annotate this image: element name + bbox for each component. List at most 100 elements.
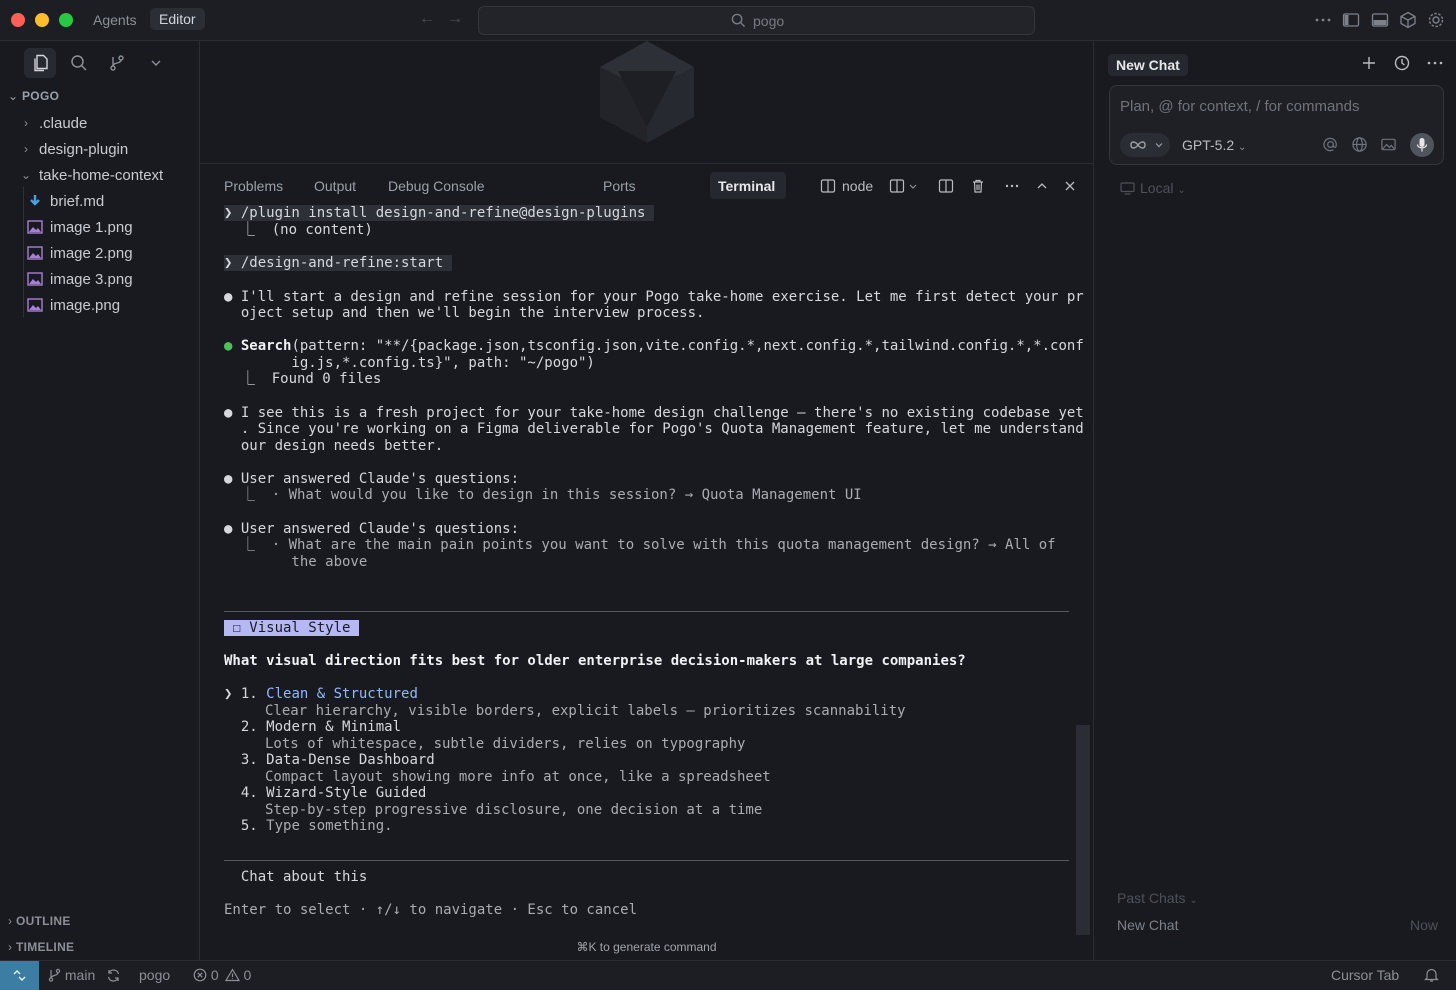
source-control-icon[interactable] [107,53,127,73]
local-environment-selector[interactable]: Local ⌄ [1120,180,1186,196]
past-chat-item[interactable]: New Chat [1117,917,1178,933]
error-count: 0 [210,967,219,983]
timeline-section[interactable]: › TIMELINE [8,940,74,954]
image-attach-icon[interactable] [1380,136,1397,153]
remote-button[interactable] [0,961,39,990]
agents-tab[interactable]: Agents [93,12,137,28]
split-terminal-icon[interactable] [889,178,905,194]
cursor-tab-indicator[interactable]: Cursor Tab [1331,967,1399,983]
option-5[interactable]: 5. Type something. [224,818,393,835]
answer-2-detail-b: the above [224,554,368,570]
tree-item-label: image 2.png [50,244,133,262]
more-icon[interactable] [1426,54,1444,72]
tree-item-take-home-context[interactable]: ⌄ take-home-context [0,162,199,188]
search-icon[interactable] [69,53,89,73]
tab-ports[interactable]: Ports [603,178,636,194]
files-icon[interactable] [31,53,51,73]
section-badge: ☐ Visual Style [224,620,359,636]
terminal-scrollbar[interactable] [1076,725,1090,935]
composer-placeholder[interactable]: Plan, @ for context, / for commands [1120,98,1360,115]
command-line-1: ❯ /plugin install design-and-refine@desi… [224,205,654,221]
editor-area [200,41,1093,163]
chevron-down-icon[interactable] [146,53,166,73]
close-window-button[interactable] [11,13,25,27]
cursor-logo-icon[interactable] [1399,11,1417,29]
maximize-panel-icon[interactable] [1034,178,1050,194]
tree-item-brief-md[interactable]: brief.md [0,188,199,214]
chat-panel: New Chat Plan, @ for context, / for comm… [1093,41,1456,960]
tree-item-image[interactable]: image.png [0,292,199,318]
toggle-sidebar-icon[interactable] [1342,11,1360,29]
more-icon[interactable] [1314,11,1332,29]
globe-icon[interactable] [1351,136,1368,153]
minimize-window-button[interactable] [35,13,49,27]
tree-item-label: brief.md [50,192,105,210]
divider [224,611,1069,612]
option-1-desc: Clear hierarchy, visible borders, explic… [265,703,906,719]
forward-arrow-icon[interactable]: → [447,10,463,28]
tab-problems[interactable]: Problems [224,178,283,194]
option-2[interactable]: 2. Modern & Minimal [224,719,401,736]
bottom-panel: Problems Output Debug Console Terminal P… [200,163,1101,960]
chevron-down-icon: ⌄ [1189,895,1198,906]
more-icon[interactable] [1004,178,1020,194]
tree-item-image-2[interactable]: image 2.png [0,240,199,266]
assistant-message-2c: our design needs better. [224,438,444,454]
agent-mode-selector[interactable] [1120,133,1170,157]
option-prefix: 2. [224,719,267,735]
search-text: pogo [753,13,785,29]
tree-item-image-3[interactable]: image 3.png [0,266,199,292]
chat-tab-title[interactable]: New Chat [1108,54,1188,76]
past-chats-label: Past Chats [1117,890,1186,906]
footer-hint: Enter to select · ↑/↓ to navigate · Esc … [224,902,638,918]
option-4[interactable]: 4. Wizard-Style Guided [224,785,426,802]
markdown-file-icon [30,195,40,206]
chevron-down-icon[interactable] [908,178,918,194]
outline-section[interactable]: › OUTLINE [8,914,71,928]
terminal-output[interactable]: ❯ /plugin install design-and-refine@desi… [224,205,1101,918]
maximize-window-button[interactable] [59,13,73,27]
tab-output[interactable]: Output [314,178,356,194]
tab-debug-console[interactable]: Debug Console [388,178,485,194]
command-line-2: ❯ /design-and-refine:start [224,255,452,271]
tab-terminal[interactable]: Terminal [718,178,775,194]
project-header[interactable]: ⌄ POGO [8,89,59,103]
tree-item-design-plugin[interactable]: › design-plugin [0,136,199,162]
editor-tab[interactable]: Editor [150,8,205,30]
terminal-name[interactable]: node [842,178,873,194]
problems-indicator[interactable]: 0 0 [193,967,251,983]
option-3[interactable]: 3. Data-Dense Dashboard [224,752,435,769]
chat-composer[interactable]: Plan, @ for context, / for commands GPT-… [1109,85,1444,165]
chevron-right-icon: › [24,116,28,130]
option-4-desc: Step-by-step progressive disclosure, one… [265,802,763,818]
tree-item-claude[interactable]: › .claude [0,110,199,136]
branch-indicator[interactable]: main [48,967,95,983]
option-title: Wizard-Style Guided [266,785,427,801]
back-arrow-icon[interactable]: ← [419,10,435,28]
toggle-panel-icon[interactable] [1371,11,1389,29]
past-chats-header[interactable]: Past Chats ⌄ [1117,890,1198,906]
explorer-sidebar: ⌄ POGO › .claude › design-plugin ⌄ take-… [0,41,200,960]
notification-bell-icon[interactable] [1424,967,1439,983]
generate-command-hint[interactable]: ⌘K to generate command [200,940,1093,954]
model-selector[interactable]: GPT-5.2 ⌄ [1182,137,1246,153]
at-mention-icon[interactable] [1322,136,1339,153]
command-search-box[interactable]: pogo [478,6,1035,35]
remote-connection-icon [13,970,26,981]
divider [224,860,1069,861]
split-layout-icon[interactable] [938,178,954,194]
option-1[interactable]: ❯ 1. Clean & Structured [224,686,418,703]
settings-gear-icon[interactable] [1427,11,1445,29]
trash-icon[interactable] [970,178,986,194]
search-result: ⎿ Found 0 files [224,371,382,387]
new-chat-plus-icon[interactable] [1360,54,1378,72]
microphone-button[interactable] [1410,133,1434,157]
chat-about-option[interactable]: Chat about this [224,869,367,886]
tree-item-image-1[interactable]: image 1.png [0,214,199,240]
sync-icon[interactable] [106,968,121,983]
history-clock-icon[interactable] [1393,54,1411,72]
close-panel-icon[interactable] [1062,178,1078,194]
search-args-a: (pattern: "**/{package.json,tsconfig.jso… [291,338,1084,354]
past-chat-time: Now [1409,917,1438,933]
project-indicator[interactable]: pogo [139,967,170,983]
